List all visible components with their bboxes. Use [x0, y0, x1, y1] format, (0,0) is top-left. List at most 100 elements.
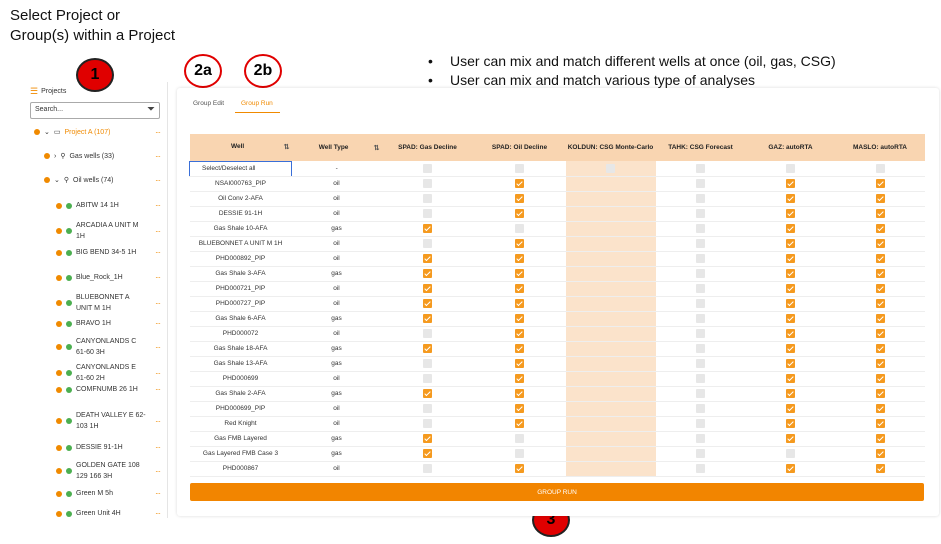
tree-well-item[interactable]: Green Unit 4H ··· [28, 508, 161, 519]
analysis-checkbox[interactable] [875, 269, 885, 278]
tree-well-item[interactable]: DEATH VALLEY E 62-103 1H ··· [28, 410, 161, 432]
analysis-checkbox[interactable] [875, 179, 885, 188]
analysis-checkbox[interactable] [875, 389, 885, 398]
analysis-checkbox[interactable] [696, 224, 705, 233]
chevron-down-icon[interactable]: ⌄ [54, 176, 60, 184]
analysis-checkbox[interactable] [696, 269, 705, 278]
analysis-checkbox[interactable] [875, 449, 885, 458]
analysis-checkbox[interactable] [696, 464, 705, 473]
analysis-checkbox[interactable] [515, 284, 524, 293]
analysis-checkbox[interactable] [696, 299, 705, 308]
analysis-checkbox[interactable] [515, 449, 524, 458]
col-header-well-type[interactable]: Well Type ⇅ [291, 134, 382, 161]
analysis-checkbox[interactable] [696, 179, 705, 188]
analysis-checkbox[interactable] [515, 224, 524, 233]
select-all-checkbox[interactable] [875, 163, 885, 173]
analysis-checkbox[interactable] [696, 374, 705, 383]
filter-icon[interactable]: ⏷ [147, 104, 155, 115]
analysis-checkbox[interactable] [875, 434, 885, 443]
analysis-checkbox[interactable] [515, 419, 524, 428]
analysis-checkbox[interactable] [423, 389, 432, 398]
analysis-checkbox[interactable] [875, 284, 885, 293]
analysis-checkbox[interactable] [786, 254, 795, 263]
analysis-checkbox[interactable] [423, 254, 432, 263]
more-options-icon[interactable]: ··· [155, 319, 161, 328]
tree-well-item[interactable]: ABITW 14 1H ··· [28, 200, 161, 211]
analysis-checkbox[interactable] [515, 359, 524, 368]
tab-group-edit[interactable]: Group Edit [193, 100, 224, 107]
analysis-checkbox[interactable] [515, 254, 524, 263]
analysis-checkbox[interactable] [786, 284, 795, 293]
analysis-checkbox[interactable] [875, 359, 885, 368]
tree-well-item[interactable]: BLUEBONNET A UNIT M 1H ··· [28, 292, 161, 314]
analysis-checkbox[interactable] [875, 404, 885, 413]
more-options-icon[interactable]: ··· [155, 417, 161, 426]
select-all-checkbox[interactable] [606, 163, 615, 173]
select-all-cell[interactable]: Select/Deselect all [189, 160, 292, 177]
tree-group-gas-wells[interactable]: › ⚲ Gas wells (33) ··· [28, 152, 161, 161]
analysis-checkbox[interactable] [515, 404, 524, 413]
analysis-checkbox[interactable] [423, 284, 432, 293]
analysis-checkbox[interactable] [423, 359, 432, 368]
sort-icon[interactable]: ⇅ [374, 144, 380, 152]
chevron-right-icon[interactable]: › [54, 153, 56, 160]
analysis-checkbox[interactable] [875, 299, 885, 308]
analysis-checkbox[interactable] [515, 389, 524, 398]
select-all-checkbox[interactable] [515, 163, 524, 173]
select-all-checkbox[interactable] [423, 163, 432, 173]
analysis-checkbox[interactable] [696, 209, 705, 218]
analysis-checkbox[interactable] [423, 314, 432, 323]
analysis-checkbox[interactable] [696, 239, 705, 248]
analysis-checkbox[interactable] [875, 419, 885, 428]
more-options-icon[interactable]: ··· [155, 176, 161, 185]
analysis-checkbox[interactable] [696, 389, 705, 398]
analysis-checkbox[interactable] [515, 464, 524, 473]
analysis-checkbox[interactable] [875, 194, 885, 203]
analysis-checkbox[interactable] [786, 239, 795, 248]
analysis-checkbox[interactable] [696, 194, 705, 203]
analysis-checkbox[interactable] [696, 314, 705, 323]
analysis-checkbox[interactable] [515, 434, 524, 443]
analysis-checkbox[interactable] [875, 344, 885, 353]
analysis-checkbox[interactable] [423, 434, 432, 443]
project-search-input[interactable]: Search... ⏷ [30, 102, 160, 119]
analysis-checkbox[interactable] [875, 254, 885, 263]
analysis-checkbox[interactable] [786, 344, 795, 353]
analysis-checkbox[interactable] [515, 314, 524, 323]
analysis-checkbox[interactable] [786, 224, 795, 233]
group-run-button[interactable]: GROUP RUN [190, 483, 924, 501]
col-header-well[interactable]: Well ⇅ [189, 134, 292, 161]
analysis-checkbox[interactable] [786, 179, 795, 188]
analysis-checkbox[interactable] [875, 329, 885, 338]
analysis-checkbox[interactable] [786, 449, 795, 458]
more-options-icon[interactable]: ··· [155, 443, 161, 452]
analysis-checkbox[interactable] [515, 329, 524, 338]
analysis-checkbox[interactable] [515, 269, 524, 278]
analysis-checkbox[interactable] [423, 194, 432, 203]
tree-well-item[interactable]: CANYONLANDS C 61-60 3H ··· [28, 336, 161, 358]
tree-well-item[interactable]: CANYONLANDS E 61-60 2H ··· [28, 362, 161, 384]
more-options-icon[interactable]: ··· [155, 467, 161, 476]
analysis-checkbox[interactable] [423, 239, 432, 248]
analysis-checkbox[interactable] [786, 434, 795, 443]
more-options-icon[interactable]: ··· [155, 509, 161, 518]
analysis-checkbox[interactable] [515, 209, 524, 218]
analysis-checkbox[interactable] [423, 179, 432, 188]
analysis-checkbox[interactable] [786, 209, 795, 218]
tree-well-item[interactable]: GOLDEN GATE 108 129 166 3H ··· [28, 460, 161, 482]
more-options-icon[interactable]: ··· [155, 227, 161, 236]
analysis-checkbox[interactable] [696, 419, 705, 428]
tree-well-item[interactable]: DESSIE 91-1H ··· [28, 442, 161, 453]
select-all-checkbox[interactable] [696, 163, 705, 173]
tree-well-item[interactable]: Blue_Rock_1H ··· [28, 272, 161, 283]
analysis-checkbox[interactable] [423, 374, 432, 383]
analysis-checkbox[interactable] [423, 464, 432, 473]
analysis-checkbox[interactable] [423, 269, 432, 278]
analysis-checkbox[interactable] [786, 329, 795, 338]
analysis-checkbox[interactable] [423, 449, 432, 458]
analysis-checkbox[interactable] [786, 359, 795, 368]
analysis-checkbox[interactable] [423, 299, 432, 308]
analysis-checkbox[interactable] [875, 314, 885, 323]
analysis-checkbox[interactable] [696, 344, 705, 353]
select-all-checkbox[interactable] [786, 163, 795, 173]
